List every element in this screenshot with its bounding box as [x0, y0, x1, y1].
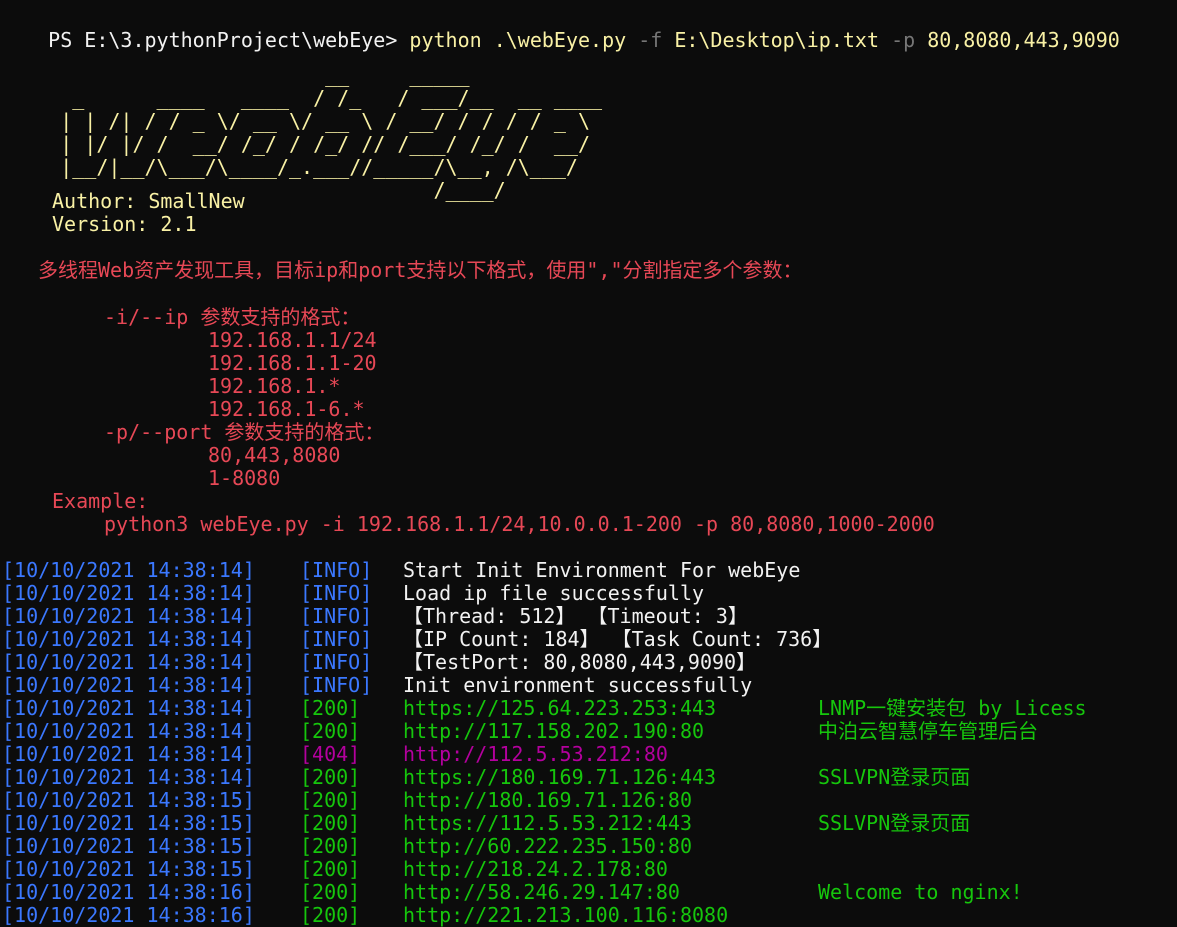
log-url: http://60.222.235.150:80: [403, 834, 692, 858]
log-level: [200]: [300, 834, 361, 858]
ascii-logo: __ _____ _ ____ ____ / /_ / ___/__ __ __…: [0, 64, 602, 202]
log-page-title: LNMP一键安装包 by Licess: [818, 696, 1087, 720]
log-timestamp: [10/10/2021 14:38:14]: [2, 673, 255, 697]
log-level: [200]: [300, 788, 361, 812]
log-url: https://180.169.71.126:443: [403, 765, 717, 789]
help-intro: 多线程Web资产发现工具，目标ip和port支持以下格式，使用","分割指定多个…: [38, 258, 803, 282]
command-flag: -f: [638, 28, 675, 52]
ip-format-item: 192.168.1.1/24: [208, 328, 377, 352]
log-row: [10/10/2021 14:38:14] [INFO] 【TestPort: 80…: [0, 651, 1177, 674]
log-timestamp: [10/10/2021 14:38:16]: [2, 903, 255, 927]
example-label: Example:: [52, 489, 149, 513]
shell-prompt: PS E:\3.pythonProject\webEye>: [48, 28, 410, 52]
command-arg: E:\Desktop\ip.txt: [674, 28, 892, 52]
log-timestamp: [10/10/2021 14:38:14]: [2, 696, 255, 720]
example-command: python3 webEye.py -i 192.168.1.1/24,10.0…: [104, 512, 935, 536]
command-flag: -p: [891, 28, 928, 52]
ascii-logo-line: _ ____ ____ / /_ / ___/__ __ ____: [0, 86, 603, 110]
log-timestamp: [10/10/2021 14:38:15]: [2, 834, 255, 858]
author-line: Author: SmallNew: [52, 189, 245, 213]
log-row: [10/10/2021 14:38:15] [200] https://112.5.…: [0, 812, 1177, 835]
port-format-item: 1-8080: [208, 466, 281, 490]
ip-format-item: 192.168.1.1-20: [208, 351, 377, 375]
log-timestamp: [10/10/2021 14:38:15]: [2, 857, 255, 881]
log-row: [10/10/2021 14:38:14] [200] https://125.64…: [0, 697, 1177, 720]
ascii-logo-line: | |/ |/ / __/ /_/ / /_/ // /___/ /_/ / _…: [0, 132, 591, 156]
log-page-title: SSLVPN登录页面: [818, 811, 971, 835]
command-text: python .\webEye.py -f E:\Desktop\ip.txt …: [409, 28, 1119, 52]
log-timestamp: [10/10/2021 14:38:14]: [2, 742, 255, 766]
log-timestamp: [10/10/2021 14:38:14]: [2, 627, 255, 651]
log-row: [10/10/2021 14:38:14] [INFO] 【IP Count: 18…: [0, 628, 1177, 651]
version-line: Version: 2.1: [52, 212, 197, 236]
log-page-title: Welcome to nginx!: [818, 880, 1023, 904]
log-level: [INFO]: [300, 627, 373, 651]
ascii-logo-line: __ _____: [0, 63, 470, 87]
log-row: [10/10/2021 14:38:15] [200] http://218.24.…: [0, 858, 1177, 881]
port-format-item: 80,443,8080: [208, 443, 341, 467]
log-row: [10/10/2021 14:38:14] [200] http://117.158…: [0, 720, 1177, 743]
command-arg: 80,8080,443,9090: [927, 28, 1120, 52]
log-timestamp: [10/10/2021 14:38:14]: [2, 650, 255, 674]
log-url: https://125.64.223.253:443: [403, 696, 717, 720]
ip-format-item: 192.168.1.*: [208, 374, 341, 398]
log-row: [10/10/2021 14:38:14] [INFO] 【Thread: 512】…: [0, 605, 1177, 628]
ip-format-item: 192.168.1-6.*: [208, 397, 365, 421]
log-level: [200]: [300, 719, 361, 743]
log-message: Init environment successfully: [403, 673, 753, 697]
log-level: [INFO]: [300, 604, 373, 628]
log-timestamp: [10/10/2021 14:38:14]: [2, 604, 255, 628]
log-row: [10/10/2021 14:38:14] [INFO] Init environm…: [0, 674, 1177, 697]
log-url: http://180.169.71.126:80: [403, 788, 692, 812]
log-message: 【IP Count: 184】 【Task Count: 736】: [403, 627, 833, 651]
log-level: [INFO]: [300, 650, 373, 674]
log-row: [10/10/2021 14:38:15] [200] http://60.222.…: [0, 835, 1177, 858]
log-url: http://112.5.53.212:80: [403, 742, 668, 766]
log-row: [10/10/2021 14:38:16] [200] http://221.213…: [0, 904, 1177, 927]
log-row: [10/10/2021 14:38:15] [200] http://180.169…: [0, 789, 1177, 812]
log-timestamp: [10/10/2021 14:38:15]: [2, 811, 255, 835]
log-url: http://221.213.100.116:8080: [403, 903, 729, 927]
log-timestamp: [10/10/2021 14:38:14]: [2, 719, 255, 743]
log-level: [200]: [300, 696, 361, 720]
log-level: [200]: [300, 903, 361, 927]
log-message: Load ip file successfully: [403, 581, 705, 605]
log-level: [200]: [300, 880, 361, 904]
log-level: [INFO]: [300, 673, 373, 697]
log-timestamp: [10/10/2021 14:38:14]: [2, 765, 255, 789]
log-level: [200]: [300, 857, 361, 881]
log-timestamp: [10/10/2021 14:38:15]: [2, 788, 255, 812]
log-row: [10/10/2021 14:38:14] [INFO] Start Init En…: [0, 559, 1177, 582]
log-message: 【TestPort: 80,8080,443,9090】: [403, 650, 757, 674]
log-message: 【Thread: 512】 【Timeout: 3】: [403, 604, 748, 628]
log-level: [200]: [300, 765, 361, 789]
port-format-header: -p/--port 参数支持的格式：: [104, 420, 385, 444]
ascii-logo-line: |__/|__/\___/\____/_.___//_____/\__, /\_…: [0, 155, 578, 179]
log-row: [10/10/2021 14:38:14] [INFO] Load ip file …: [0, 582, 1177, 605]
command-line[interactable]: PS E:\3.pythonProject\webEye> python .\w…: [0, 6, 1120, 52]
log-timestamp: [10/10/2021 14:38:16]: [2, 880, 255, 904]
log-level: [INFO]: [300, 558, 373, 582]
log-row: [10/10/2021 14:38:14] [200] https://180.16…: [0, 766, 1177, 789]
command-arg: python .\webEye.py: [409, 28, 639, 52]
log-url: http://58.246.29.147:80: [403, 880, 680, 904]
log-page-title: SSLVPN登录页面: [818, 765, 971, 789]
log-level: [404]: [300, 742, 361, 766]
log-url: https://112.5.53.212:443: [403, 811, 692, 835]
log-page-title: 中泊云智慧停车管理后台: [818, 719, 1038, 743]
log-url: http://218.24.2.178:80: [403, 857, 668, 881]
log-level: [INFO]: [300, 581, 373, 605]
ip-format-header: -i/--ip 参数支持的格式：: [104, 305, 361, 329]
log-level: [200]: [300, 811, 361, 835]
log-timestamp: [10/10/2021 14:38:14]: [2, 558, 255, 582]
log-message: Start Init Environment For webEye: [403, 558, 801, 582]
log-row: [10/10/2021 14:38:14] [404] http://112.5.5…: [0, 743, 1177, 766]
log-url: http://117.158.202.190:80: [403, 719, 705, 743]
log-row: [10/10/2021 14:38:16] [200] http://58.246.…: [0, 881, 1177, 904]
ascii-logo-line: | | /| / / _ \/ __ \/ __ \ / __/ / / / /…: [0, 109, 591, 133]
log-timestamp: [10/10/2021 14:38:14]: [2, 581, 255, 605]
